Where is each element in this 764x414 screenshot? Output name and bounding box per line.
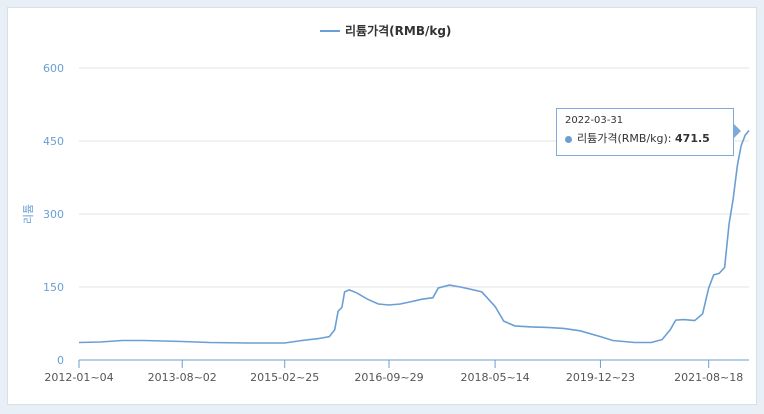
x-tick-label: 2018-05~14 (460, 371, 529, 384)
y-axis-label: 리튬 (22, 204, 35, 224)
x-tick-label: 2021-08~18 (674, 371, 743, 384)
legend-label: 리튬가격(RMB/kg) (345, 23, 451, 38)
tooltip: 2022-03-31 리튬가격(RMB/kg): 471.5 (556, 108, 734, 156)
line-chart: 리튬가격(RMB/kg) 리튬 0 150 300 450 600 2012-01~04… (22, 23, 750, 384)
series-line[interactable] (78, 129, 750, 344)
tooltip-label: 리튬가격(RMB/kg): (577, 132, 676, 145)
x-tick-label: 2016-09~29 (354, 371, 423, 384)
x-axis: 2012-01~04 2013-08~02 2015-02~25 2016-09~29… (44, 359, 749, 384)
x-tick-label: 2015-02~25 (250, 371, 319, 384)
x-tick-label: 2019-12~23 (566, 371, 635, 384)
tooltip-value: 471.5 (675, 132, 710, 145)
x-tick-label: 2012-01~04 (44, 371, 113, 384)
grid-lines (79, 67, 749, 288)
tooltip-arrow (734, 124, 741, 138)
y-tick-label: 600 (43, 62, 64, 75)
y-tick-label: 150 (43, 281, 64, 294)
tooltip-date: 2022-03-31 (565, 115, 624, 126)
x-tick-label: 2013-08~02 (148, 371, 217, 384)
y-axis-ticks: 0 150 300 450 600 (43, 62, 64, 367)
tooltip-row: 리튬가격(RMB/kg): 471.5 (565, 130, 725, 146)
y-tick-label: 300 (43, 208, 64, 221)
tooltip-dot-icon (565, 135, 572, 143)
legend[interactable]: 리튬가격(RMB/kg) (320, 23, 451, 38)
y-tick-label: 450 (43, 135, 64, 148)
y-tick-label: 0 (57, 354, 64, 367)
